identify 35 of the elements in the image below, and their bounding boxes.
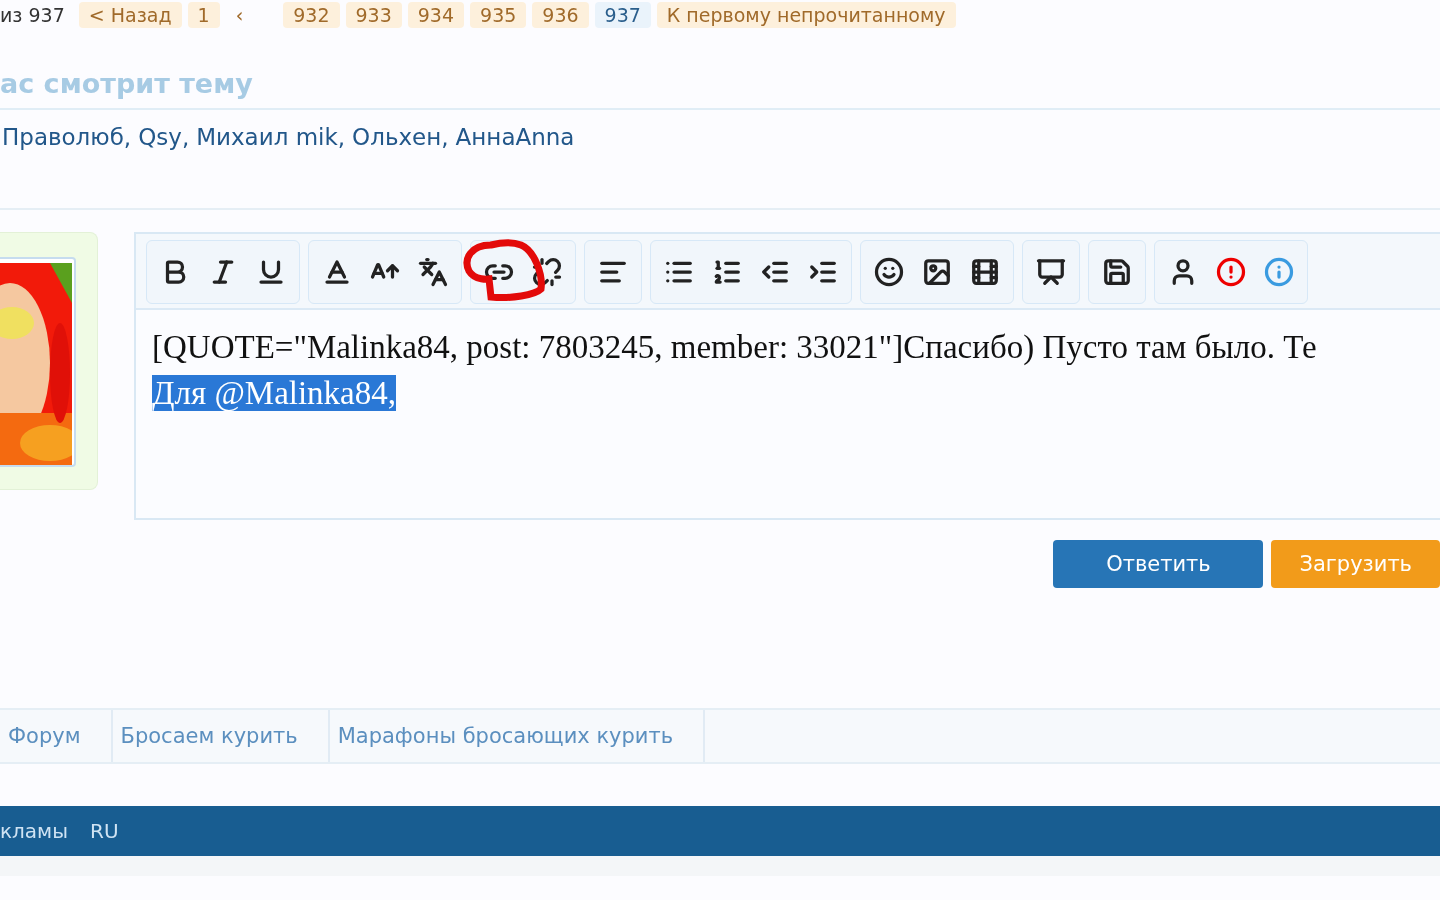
reply-button[interactable]: Ответить <box>1053 540 1264 588</box>
page-link[interactable]: 933 <box>345 2 402 28</box>
page-link[interactable]: 935 <box>470 2 527 28</box>
page-link[interactable]: К первому непрочитанному <box>656 2 956 28</box>
footer-link[interactable]: RU <box>90 819 119 843</box>
breadcrumb-link[interactable]: Марафоны бросающих курить <box>329 710 706 762</box>
page-link[interactable]: < Назад <box>78 2 182 28</box>
user-link[interactable]: Праволюб, <box>2 124 132 200</box>
page-link[interactable]: 937 <box>594 2 651 28</box>
numbered-list-icon <box>712 257 742 287</box>
breadcrumb-link[interactable]: Форум <box>0 710 113 762</box>
unlink-icon <box>532 257 562 287</box>
editor-text: [QUOTE="Malinka84, post: 7803245, member: 33021"]Спасибо) Пусто там было. Те <box>152 329 1317 365</box>
page-link[interactable]: 1 <box>187 2 220 28</box>
page-link[interactable]: ‹ <box>225 2 254 28</box>
user-link[interactable]: Михаил mik, <box>196 124 346 200</box>
page-count: из 937 <box>0 4 65 26</box>
breadcrumb-link[interactable]: Бросаем курить <box>112 710 330 762</box>
image-icon <box>922 257 952 287</box>
user-link[interactable]: АннаAnna <box>455 124 575 200</box>
page-link[interactable]: 932 <box>283 2 340 28</box>
section-heading: ас смотрит тему <box>0 68 254 101</box>
alert-icon <box>1216 257 1246 287</box>
footer-link[interactable]: кламы <box>0 819 68 843</box>
user-link[interactable]: Qsy, <box>138 124 190 200</box>
film-icon <box>970 257 1000 287</box>
editor[interactable]: [QUOTE="Malinka84, post: 7803245, member: 33021"]Спасибо) Пусто там было. Те Для @Malinka84, <box>134 232 1440 520</box>
page-link[interactable]: 934 <box>407 2 465 28</box>
save-icon <box>1102 257 1132 287</box>
page-link[interactable]: 936 <box>532 2 589 28</box>
user-link[interactable]: Ольхен, <box>352 124 449 200</box>
upload-button[interactable]: Загрузить <box>1271 540 1440 588</box>
info-icon <box>1264 257 1294 287</box>
smiley-icon <box>874 257 904 287</box>
editor-text: Для @Malinka84, <box>152 375 397 411</box>
